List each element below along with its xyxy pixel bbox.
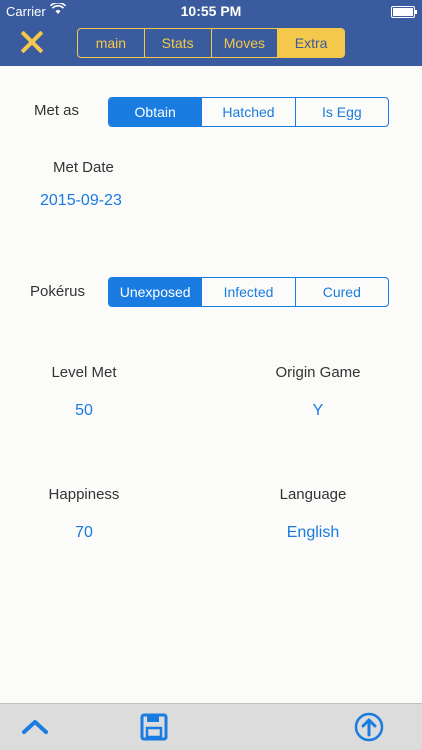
met-date-value[interactable]: 2015-09-23 xyxy=(40,192,122,210)
nav-bar: Carrier 10:55 PM main Stats Moves Extra xyxy=(0,0,422,66)
happiness-value[interactable]: 70 xyxy=(24,524,144,542)
battery-icon xyxy=(391,6,417,18)
language-value[interactable]: English xyxy=(248,524,378,542)
level-met-label: Level Met xyxy=(51,364,117,381)
tab-extra[interactable]: Extra xyxy=(278,29,344,57)
met-as-option-is-egg[interactable]: Is Egg xyxy=(296,98,388,126)
pokerus-option-cured[interactable]: Cured xyxy=(296,278,388,306)
language-label: Language xyxy=(279,486,347,503)
upload-icon[interactable] xyxy=(354,712,384,742)
status-bar: Carrier 10:55 PM xyxy=(0,0,422,22)
happiness-label: Happiness xyxy=(48,486,120,503)
tab-stats[interactable]: Stats xyxy=(145,29,212,57)
pokerus-option-unexposed[interactable]: Unexposed xyxy=(109,278,203,306)
origin-game-label: Origin Game xyxy=(275,364,361,381)
pokerus-segmented-control: Unexposed Infected Cured xyxy=(108,277,389,307)
met-as-option-hatched[interactable]: Hatched xyxy=(202,98,296,126)
pokerus-label: Pokérus xyxy=(30,283,86,300)
save-icon[interactable] xyxy=(139,712,169,742)
chevron-up-icon[interactable] xyxy=(20,712,50,742)
level-met-value[interactable]: 50 xyxy=(24,402,144,420)
met-as-label: Met as xyxy=(34,102,80,119)
tab-main[interactable]: main xyxy=(78,29,145,57)
met-as-segmented-control: Obtain Hatched Is Egg xyxy=(108,97,389,127)
pokerus-option-infected[interactable]: Infected xyxy=(202,278,296,306)
met-date-label: Met Date xyxy=(53,159,114,176)
close-icon[interactable] xyxy=(20,30,44,54)
section-tabs: main Stats Moves Extra xyxy=(77,28,345,58)
origin-game-value[interactable]: Y xyxy=(248,402,388,420)
tab-moves[interactable]: Moves xyxy=(212,29,279,57)
met-as-option-obtain[interactable]: Obtain xyxy=(109,98,203,126)
bottom-toolbar xyxy=(0,703,422,750)
status-time: 10:55 PM xyxy=(180,3,242,19)
